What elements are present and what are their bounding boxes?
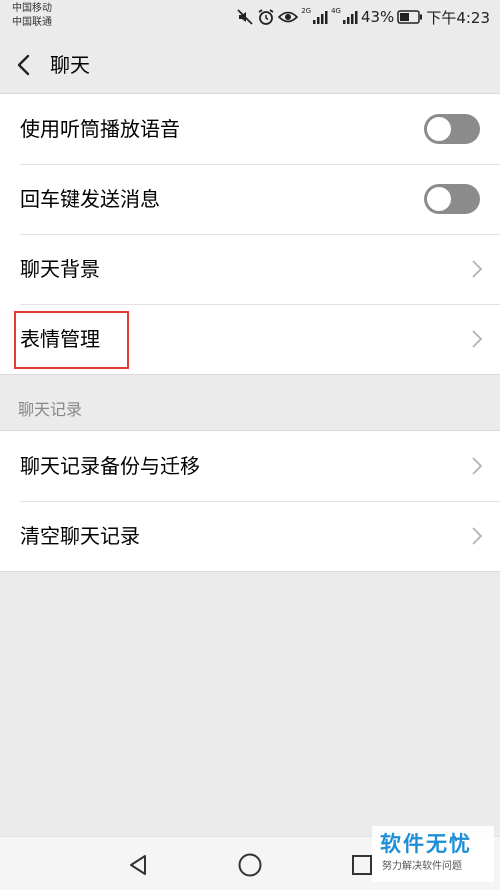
- section-header-chat-history: 聊天记录: [18, 400, 83, 419]
- earpiece-playback-toggle[interactable]: [424, 114, 480, 144]
- network-type-2: 4G: [331, 6, 341, 15]
- toggle-knob: [427, 117, 451, 141]
- enter-to-send-row[interactable]: 回车键发送消息: [0, 164, 500, 234]
- chat-background-row[interactable]: 聊天背景: [0, 234, 500, 304]
- earpiece-playback-row[interactable]: 使用听筒播放语音: [0, 94, 500, 164]
- alarm-icon: [258, 9, 274, 25]
- eye-icon: [278, 11, 299, 23]
- watermark-subtitle: 努力解决软件问题: [382, 861, 462, 872]
- toggle-knob: [427, 187, 451, 211]
- home-circle-icon[interactable]: [237, 852, 263, 878]
- mute-icon: [237, 9, 253, 25]
- enter-to-send-label: 回车键发送消息: [20, 187, 160, 211]
- page-title: 聊天: [50, 53, 90, 77]
- recents-square-icon[interactable]: [350, 853, 374, 877]
- annotation-highlight-box: [14, 311, 129, 369]
- chat-background-label: 聊天背景: [20, 257, 100, 281]
- status-icons: 2G 4G 43% 下午4:23: [236, 6, 490, 28]
- chevron-right-icon: [472, 330, 483, 348]
- chevron-right-icon: [472, 457, 483, 475]
- back-arrow-icon[interactable]: [10, 50, 40, 80]
- signal-icon: [313, 11, 328, 24]
- chevron-right-icon: [472, 527, 483, 545]
- battery-percent: 43%: [360, 8, 395, 26]
- clock: 下午4:23: [426, 8, 490, 27]
- enter-to-send-toggle[interactable]: [424, 184, 480, 214]
- back-triangle-icon[interactable]: [126, 853, 150, 877]
- signal-icon: [342, 11, 358, 24]
- network-type-1: 2G: [301, 6, 312, 15]
- chat-history-group: 聊天记录备份与迁移 清空聊天记录: [0, 430, 500, 572]
- status-bar: 中国移动 中国联通 2G 4G 43% 下午4:23: [0, 0, 500, 36]
- clear-history-label: 清空聊天记录: [20, 524, 140, 548]
- chevron-right-icon: [472, 260, 483, 278]
- carrier-labels: 中国移动 中国联通: [12, 2, 52, 30]
- backup-migrate-row[interactable]: 聊天记录备份与迁移: [0, 431, 500, 501]
- title-bar: 聊天: [0, 36, 500, 94]
- battery-icon: [397, 10, 423, 24]
- carrier-2: 中国联通: [12, 17, 52, 28]
- watermark-title: 软件无忧: [380, 832, 472, 856]
- earpiece-playback-label: 使用听筒播放语音: [20, 117, 180, 141]
- backup-migrate-label: 聊天记录备份与迁移: [20, 454, 200, 478]
- watermark-logo: 软件无忧 努力解决软件问题: [372, 826, 494, 882]
- carrier-1: 中国移动: [12, 3, 52, 14]
- clear-history-row[interactable]: 清空聊天记录: [0, 501, 500, 571]
